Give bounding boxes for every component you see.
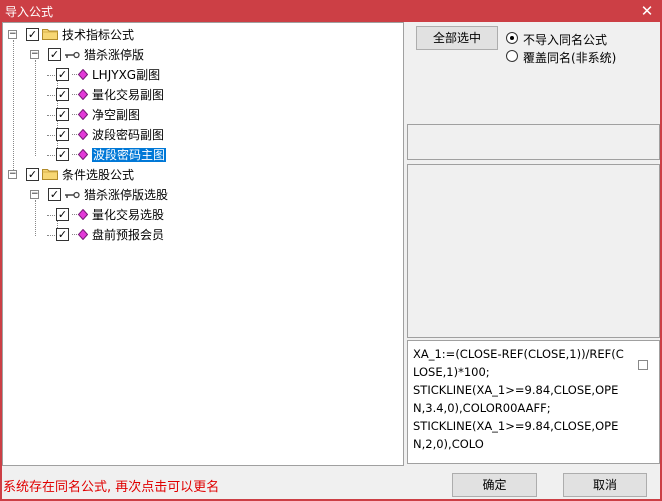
tree-node-formula[interactable]: ✓ 波段密码副图 (3, 126, 403, 144)
folder-icon (42, 28, 58, 40)
ok-button[interactable]: 确定 (452, 473, 537, 497)
tree-node-formula[interactable]: ✓ 净空副图 (3, 106, 403, 124)
formula-code: XA_1:=(CLOSE-REF(CLOSE,1))/REF(CLOSE,1)*… (413, 347, 624, 451)
formula-icon (72, 208, 89, 221)
collapse-toggle-icon[interactable]: − (8, 170, 17, 179)
cancel-button[interactable]: 取消 (563, 473, 647, 497)
tree-node-label: LHJYXG副图 (92, 68, 161, 82)
tree-node-folder[interactable]: − ✓ 技术指标公式 (3, 26, 403, 44)
tree-connector (47, 235, 55, 236)
tree-node-formula[interactable]: ✓ LHJYXG副图 (3, 66, 403, 84)
tree-connector (47, 215, 55, 216)
title-bar: 导入公式 ✕ (0, 0, 662, 22)
collapse-toggle-icon[interactable]: − (30, 190, 39, 199)
description-box (407, 164, 660, 338)
tree-connector (47, 75, 55, 76)
tree-node-formula[interactable]: ✓ 盘前预报会员 (3, 226, 403, 244)
formula-tree[interactable]: − ✓ 技术指标公式 − ✓ 猎杀涨停版 ✓ LHJYXG副图 ✓ 量化交易副图 ✓ 净空副图 ✓ 波段密… (2, 22, 404, 466)
tree-node-label: 猎杀涨停版 (84, 48, 145, 62)
tree-node-label: 波段密码主图 (92, 148, 167, 162)
select-all-button[interactable]: 全部选中 (416, 26, 498, 50)
tree-connector (47, 115, 55, 116)
tree-node-label: 猎杀涨停版选股 (84, 188, 169, 202)
checkbox[interactable]: ✓ (56, 148, 69, 161)
tree-connector (47, 155, 55, 156)
tree-node-label: 技术指标公式 (62, 28, 135, 42)
tree-node-group[interactable]: − ✓ 猎杀涨停版 (3, 46, 403, 64)
formula-icon (72, 148, 89, 161)
info-box (407, 124, 660, 160)
option-label: 覆盖同名(非系统) (523, 51, 617, 65)
formula-icon (72, 88, 89, 101)
checkbox[interactable]: ✓ (56, 108, 69, 121)
preview-marker-icon (638, 360, 648, 370)
tree-node-group[interactable]: − ✓ 猎杀涨停版选股 (3, 186, 403, 204)
checkbox[interactable]: ✓ (48, 188, 61, 201)
collapse-toggle-icon[interactable]: − (8, 30, 17, 39)
status-message: 系统存在同名公式, 再次点击可以更名 (3, 480, 220, 495)
tree-node-formula[interactable]: ✓ 波段密码主图 (3, 146, 403, 164)
close-button[interactable]: ✕ (638, 2, 656, 20)
tree-node-formula[interactable]: ✓ 量化交易选股 (3, 206, 403, 224)
formula-icon (72, 128, 89, 141)
checkbox[interactable]: ✓ (56, 228, 69, 241)
formula-icon (72, 108, 89, 121)
tree-node-label: 盘前预报会员 (92, 228, 165, 242)
tree-node-label: 量化交易副图 (92, 88, 165, 102)
checkbox[interactable]: ✓ (56, 88, 69, 101)
formula-preview[interactable]: XA_1:=(CLOSE-REF(CLOSE,1))/REF(CLOSE,1)*… (407, 340, 660, 464)
formula-icon (72, 68, 89, 81)
tree-node-label: 量化交易选股 (92, 208, 165, 222)
formula-group-icon (64, 49, 80, 59)
formula-group-icon (64, 189, 80, 199)
window-title: 导入公式 (5, 5, 54, 19)
checkbox[interactable]: ✓ (26, 168, 39, 181)
checkbox[interactable]: ✓ (56, 68, 69, 81)
formula-icon (72, 228, 89, 241)
tree-node-label: 条件选股公式 (62, 168, 135, 182)
radio-button[interactable] (506, 32, 518, 44)
option-label: 不导入同名公式 (523, 33, 608, 47)
tree-node-folder[interactable]: − ✓ 条件选股公式 (3, 166, 403, 184)
tree-connector (47, 95, 55, 96)
checkbox[interactable]: ✓ (56, 208, 69, 221)
tree-connector (47, 135, 55, 136)
checkbox[interactable]: ✓ (48, 48, 61, 61)
checkbox[interactable]: ✓ (56, 128, 69, 141)
tree-node-label: 净空副图 (92, 108, 141, 122)
tree-node-label: 波段密码副图 (92, 128, 165, 142)
folder-icon (42, 168, 58, 180)
tree-node-formula[interactable]: ✓ 量化交易副图 (3, 86, 403, 104)
checkbox[interactable]: ✓ (26, 28, 39, 41)
collapse-toggle-icon[interactable]: − (30, 50, 39, 59)
radio-button[interactable] (506, 50, 518, 62)
